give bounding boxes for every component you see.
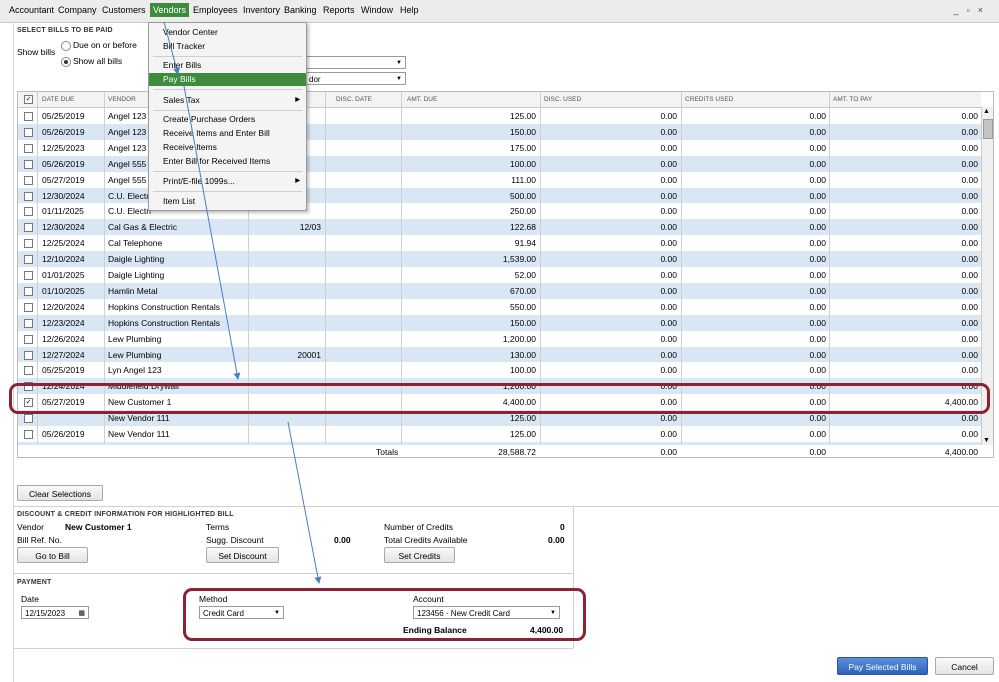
arrow-paybills-to-row: [183, 85, 241, 380]
annotation-arrows: [163, 21, 322, 584]
arrow-row-to-payment: [287, 421, 322, 584]
arrow-vendors-to-paybills: [163, 21, 180, 75]
